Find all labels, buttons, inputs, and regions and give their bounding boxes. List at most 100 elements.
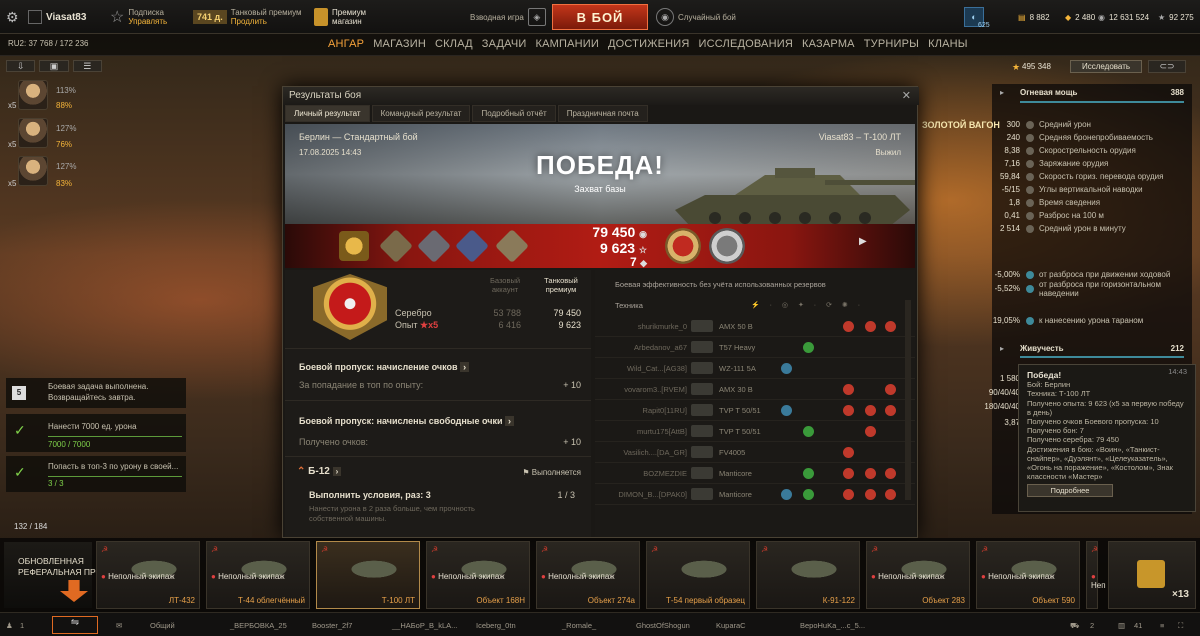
survivability-header[interactable]: ▸ Живучесть 212: [992, 342, 1192, 356]
table-row[interactable]: shurikmurke_0 AMX 50 B: [595, 316, 915, 337]
chat-bar: ♟ 1 ⇋ ✉ Общий _ВЕРБОВКА_25 Booster_2f7 __НА…: [0, 612, 1200, 636]
nav-item-tournaments[interactable]: ТУРНИРЫ: [864, 38, 919, 50]
user-menu[interactable]: Viasat83: [28, 0, 86, 34]
vehicle-card[interactable]: ☭ ● Неполный экипаж Объект 590: [976, 541, 1080, 609]
crew-member-2[interactable]: [18, 118, 48, 148]
nav-item-shop[interactable]: МАГАЗИН: [373, 38, 426, 50]
battle-button[interactable]: В БОЙ: [552, 4, 648, 30]
chat-channel[interactable]: GhostOfShogun: [636, 621, 690, 630]
table-row[interactable]: vovarom3..[RVEM] AMX 30 B: [595, 379, 915, 400]
task-item-top3[interactable]: ✓ Попасть в топ-3 по урону в своей... 3 …: [6, 456, 186, 492]
arrow-right-icon[interactable]: ▶: [859, 236, 867, 247]
nav-item-research[interactable]: ИССЛЕДОВАНИЯ: [699, 38, 794, 50]
table-row[interactable]: Rapit0[11RU] TVP T 50/51: [595, 400, 915, 421]
tab-personal[interactable]: Личный результат: [285, 105, 370, 122]
credits-value: 12 631 524: [1108, 12, 1150, 22]
subscription-label: Подписка: [128, 8, 164, 17]
platoon-button[interactable]: Взводная игра ◈: [470, 0, 546, 34]
player-name: BOZMEZDIE: [643, 469, 687, 478]
vehicle-card[interactable]: ☭ ● Неполный экипаж ЛТ-432: [96, 541, 200, 609]
notifications-icon[interactable]: ⛟: [1070, 621, 1079, 631]
achievement-fire-icon[interactable]: [665, 228, 701, 264]
vehicle-card[interactable]: ☭ ● Неполный экипаж Объект 274а: [536, 541, 640, 609]
tab-holiday-mail[interactable]: Праздничная почта: [557, 105, 648, 122]
tab-detailed[interactable]: Подробный отчёт: [472, 105, 556, 122]
chat-channel[interactable]: Booster_2f7: [312, 621, 352, 630]
nav-item-depot[interactable]: СКЛАД: [435, 38, 473, 50]
chat-channel[interactable]: Iceberg_0tn: [476, 621, 516, 630]
crew-button[interactable]: ☰: [72, 60, 102, 72]
stats-icon[interactable]: ▥: [1118, 621, 1125, 630]
chat-channel[interactable]: __НАБоР_В_kLA...: [392, 621, 457, 630]
premium-days[interactable]: 741 д. Танковый премиум Продлить: [193, 0, 302, 34]
stats-count: 41: [1134, 621, 1143, 630]
survivability-stat: 1 580: [999, 374, 1020, 383]
vehicle-card[interactable]: ☭ Т-100 ЛТ: [316, 541, 420, 609]
menu-icon[interactable]: ≡: [1160, 621, 1164, 630]
info-icon[interactable]: ›: [460, 362, 470, 372]
settings-icon[interactable]: ⚙: [6, 0, 19, 34]
crew-member-1[interactable]: [18, 80, 48, 110]
bonds-balance[interactable]: ◆ 2 480: [1065, 0, 1095, 34]
vehicle-card[interactable]: ☭ К-91-122: [756, 541, 860, 609]
chat-channel[interactable]: _ВЕРБОВКА_25: [230, 621, 287, 630]
handshake-icon[interactable]: ⇋: [52, 616, 98, 634]
credits-balance[interactable]: ◉ 12 631 524: [1098, 0, 1149, 34]
reserves-button[interactable]: ◐ 625: [964, 0, 990, 34]
chat-channel[interactable]: Общий: [150, 621, 175, 630]
tab-team[interactable]: Командный результат: [371, 105, 471, 122]
stat-row: -5/15 Углы вертикальной наводки: [992, 183, 1192, 196]
table-row[interactable]: Arbedanov_a67 T57 Heavy: [595, 337, 915, 358]
contacts-icon[interactable]: ♟: [6, 621, 13, 630]
tooltip-line: Получено очков Боевого пропуска: 10: [1027, 417, 1159, 427]
mastery-badge-icon[interactable]: [339, 231, 369, 261]
info-icon[interactable]: ›: [505, 416, 515, 426]
vehicle-card[interactable]: ☭ ● Неп: [1086, 541, 1179, 609]
chat-icon[interactable]: ✉: [116, 621, 122, 630]
nav-item-barracks[interactable]: КАЗАРМА: [802, 38, 855, 50]
vehicle-card[interactable]: ☭ Т-54 первый образец: [646, 541, 750, 609]
nav-item-achievements[interactable]: ДОСТИЖЕНИЯ: [608, 38, 690, 50]
customization-button[interactable]: ▣: [39, 60, 69, 72]
vehicle-card[interactable]: ☭ ● Неполный экипаж Объект 283: [866, 541, 970, 609]
table-row[interactable]: DIMON_B...[DPAK0] Manticore: [595, 484, 915, 505]
nav-item-missions[interactable]: ЗАДАЧИ: [482, 38, 527, 50]
nav-item-hangar[interactable]: АНГАР: [328, 38, 364, 50]
chat-channel[interactable]: ВерoHuKa_...c_5...: [800, 621, 865, 630]
compare-button[interactable]: ⊂⊃: [1148, 60, 1186, 73]
bonds-earned-value: 7: [630, 255, 637, 268]
fullscreen-icon[interactable]: ⛶: [1178, 621, 1183, 631]
firepower-header[interactable]: ▸ Огневая мощь 388: [992, 86, 1192, 100]
table-row[interactable]: BOZMEZDIE Manticore: [595, 463, 915, 484]
subscription-block[interactable]: ☆ Подписка Управлять: [110, 0, 167, 34]
task-item-damage[interactable]: ✓ Нанести 7000 ед. урона 7000 / 7000: [6, 414, 186, 452]
battle-mode-selector[interactable]: ◉ Случайный бой: [656, 0, 736, 34]
extend-link[interactable]: Продлить: [231, 17, 302, 26]
achievement-crusher-icon[interactable]: [709, 228, 745, 264]
referral-program-banner[interactable]: ОБНОВЛЕННАЯ РЕФЕРАЛЬНАЯ ПРОГРАММА: [4, 542, 137, 608]
gold-balance[interactable]: ▤ 8 882: [1018, 0, 1050, 34]
vehicle-card[interactable]: ☭ ● Неполный экипаж Т-44 облегчённый: [206, 541, 310, 609]
chat-channel[interactable]: _Romale_: [562, 621, 596, 630]
nav-item-clans[interactable]: КЛАНЫ: [928, 38, 968, 50]
bp-title-2: Боевой пропуск: начислены свободные очки…: [299, 416, 515, 426]
crew-member-3[interactable]: [18, 156, 48, 186]
table-row[interactable]: Wild_Cat...[AG38] WZ-111 5A: [595, 358, 915, 379]
task-completed-notice[interactable]: 5 Боевая задача выполнена. Возвращайтесь…: [6, 378, 186, 408]
efficiency-scrollbar[interactable]: [905, 300, 911, 500]
freexp-balance[interactable]: ★ 92 275: [1158, 0, 1194, 34]
info-icon[interactable]: ›: [332, 467, 342, 476]
chat-channel[interactable]: KuparaC: [716, 621, 746, 630]
tooltip-details-button[interactable]: Подробнее: [1027, 484, 1113, 498]
nav-item-campaigns[interactable]: КАМПАНИИ: [535, 38, 599, 50]
premium-shop-button[interactable]: Премиум магазин: [314, 0, 366, 34]
table-row[interactable]: Vasilich....[DA_GR] FV4005: [595, 442, 915, 463]
close-icon[interactable]: ✕: [902, 89, 911, 102]
research-button[interactable]: Исследовать: [1070, 60, 1142, 73]
vehicle-card[interactable]: ☭ ● Неполный экипаж Объект 168Н: [426, 541, 530, 609]
more-vehicles-button[interactable]: ×13: [1108, 541, 1196, 609]
table-row[interactable]: murtu175[AttB] TVP T 50/51: [595, 421, 915, 442]
maintenance-button[interactable]: ⇩: [6, 60, 36, 72]
manage-link[interactable]: Управлять: [128, 17, 167, 26]
vehicle-name: Т-44 облегчённый: [237, 596, 305, 605]
